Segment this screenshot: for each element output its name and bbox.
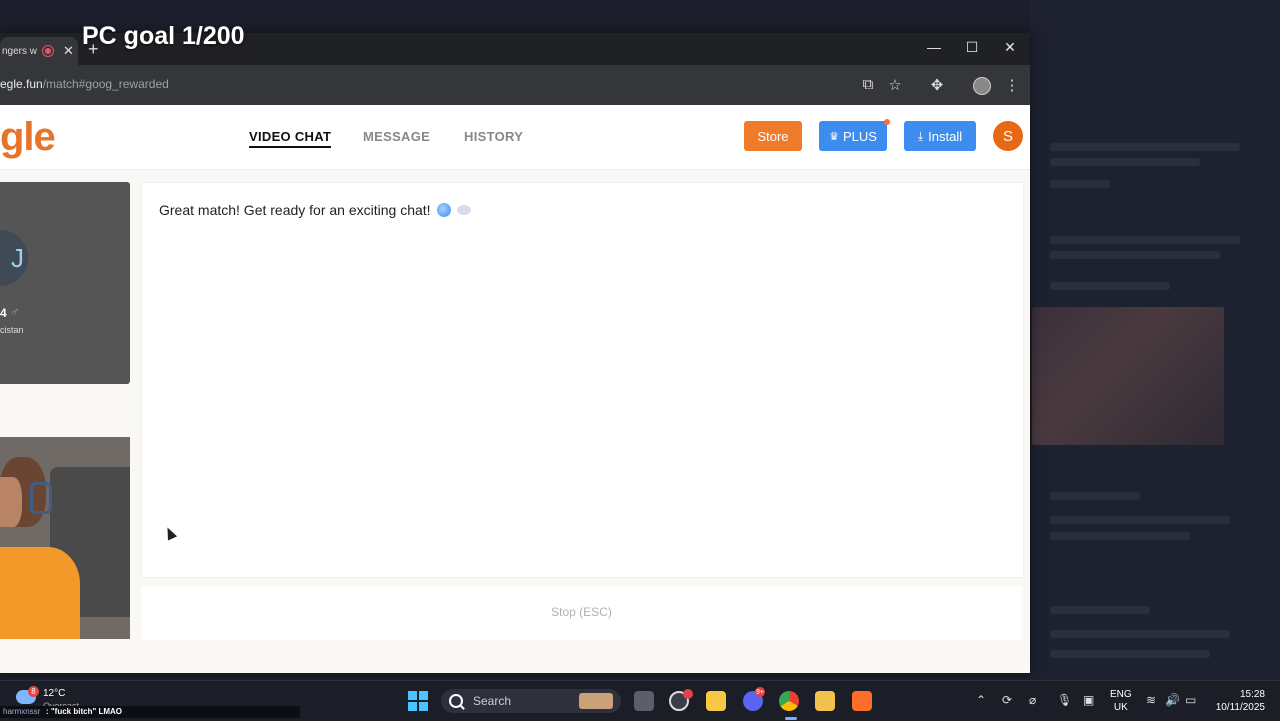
language-code: ENG: [1110, 689, 1132, 700]
system-message: Great match! Get ready for an exciting c…: [159, 202, 471, 218]
install-button[interactable]: ⤓ Install: [904, 121, 976, 151]
background-text-line: [1050, 180, 1110, 188]
wifi-icon[interactable]: ≋: [1146, 693, 1156, 707]
speech-bubble-icon: [456, 205, 471, 215]
system-message-text: Great match! Get ready for an exciting c…: [159, 202, 431, 218]
windows-taskbar: 8 12°C Overcast harmxnssr : "fuck bitch"…: [0, 680, 1280, 721]
plus-button[interactable]: ♛ PLUS: [819, 121, 887, 151]
stranger-avatar: J: [0, 230, 28, 286]
web-page: gle VIDEO CHAT MESSAGE HISTORY Store ♛ PL…: [0, 105, 1030, 673]
extensions-icon[interactable]: ✥: [928, 76, 946, 94]
chevron-up-icon[interactable]: ⌃: [976, 693, 986, 707]
language-indicator[interactable]: ENG UK: [1110, 688, 1132, 714]
background-thumbnail: [1032, 307, 1224, 445]
tab-message[interactable]: MESSAGE: [363, 129, 430, 144]
background-text-line: [1050, 516, 1230, 524]
discord-badge: 9+: [755, 687, 765, 697]
url-text[interactable]: egle.fun/match#goog_rewarded: [0, 77, 169, 91]
site-logo[interactable]: gle: [0, 115, 56, 160]
stop-button[interactable]: Stop (ESC): [141, 586, 1022, 640]
background-text-line: [1050, 236, 1240, 244]
browser-menu-icon[interactable]: ⋮: [1003, 76, 1021, 94]
background-text-line: [1050, 282, 1170, 290]
site-navbar: gle VIDEO CHAT MESSAGE HISTORY Store ♛ PL…: [0, 105, 1030, 170]
tray-app-icon[interactable]: ▣: [1083, 693, 1094, 707]
stream-chat-message: : "fuck bitch" LMAO: [46, 707, 123, 716]
headset-icon: [30, 482, 52, 514]
microphone-icon[interactable]: 🎙: [1057, 693, 1072, 707]
browser-profile-icon[interactable]: [973, 77, 991, 95]
tab-video-chat[interactable]: VIDEO CHAT: [249, 129, 332, 148]
stranger-age: 4: [0, 306, 7, 320]
taskbar-search[interactable]: Search: [441, 689, 621, 713]
sticky-notes-icon[interactable]: [706, 691, 726, 711]
minimize-button[interactable]: —: [924, 39, 944, 55]
stream-chat-username: harmxnssr: [3, 707, 41, 716]
camera-person-face: [0, 477, 22, 527]
store-button[interactable]: Store: [744, 121, 802, 151]
task-view-icon[interactable]: [634, 691, 654, 711]
hidden-app-icon[interactable]: ⌀: [1029, 693, 1036, 707]
stream-chat-strip: harmxnssr : "fuck bitch" LMAO: [0, 706, 300, 718]
install-label: Install: [928, 128, 963, 144]
cast-install-icon[interactable]: ⧉: [859, 76, 877, 93]
background-text-line: [1050, 630, 1230, 638]
background-text-line: [1050, 532, 1190, 540]
chat-panel: Great match! Get ready for an exciting c…: [141, 182, 1024, 578]
windows-start-icon[interactable]: [408, 691, 428, 711]
clock-date: 10/11/2025: [1215, 702, 1265, 713]
notification-dot: [884, 119, 890, 125]
background-text-line: [1050, 492, 1140, 500]
globe-icon: [436, 203, 451, 217]
background-text-line: [1050, 251, 1220, 259]
obs-badge: [683, 689, 693, 699]
file-explorer-icon[interactable]: [815, 691, 835, 711]
tab-close-icon[interactable]: ✕: [63, 43, 74, 59]
user-avatar[interactable]: S: [993, 121, 1023, 151]
battery-icon[interactable]: ▭: [1185, 693, 1196, 707]
tab-title: ngers w: [2, 45, 38, 57]
plus-label: PLUS: [842, 128, 877, 144]
stranger-info-card: J 4 ♂ cistan: [0, 182, 130, 384]
keyboard-region: UK: [1113, 702, 1128, 713]
weather-badge: 8: [28, 686, 39, 697]
app-icon[interactable]: [852, 691, 872, 711]
camera-person-shirt: [0, 547, 80, 639]
url-host: egle.fun: [0, 77, 43, 91]
close-window-button[interactable]: ✕: [1000, 39, 1020, 56]
clock-time: 15:28: [1239, 689, 1265, 700]
address-bar[interactable]: egle.fun/match#goog_rewarded ⧉ ☆ ✥ ⋮: [0, 65, 1030, 105]
system-clock[interactable]: 15:28 10/11/2025: [1205, 688, 1265, 714]
crown-icon: ♛: [829, 130, 839, 143]
background-text-line: [1050, 158, 1200, 166]
browser-window: ngers w ✕ + — ☐ ✕ egle.fun/match#goog_re…: [0, 33, 1030, 673]
maximize-button[interactable]: ☐: [962, 39, 982, 56]
male-gender-icon: ♂: [10, 304, 20, 319]
download-icon: ⤓: [917, 128, 924, 143]
tab-history[interactable]: HISTORY: [464, 129, 523, 144]
url-path: /match#goog_rewarded: [42, 77, 169, 91]
sync-icon[interactable]: ⟳: [1002, 693, 1012, 707]
search-highlight-image: [579, 693, 613, 709]
weather-temperature[interactable]: 12°C: [43, 688, 65, 699]
browser-tab[interactable]: ngers w ✕: [0, 37, 78, 65]
background-text-line: [1050, 606, 1150, 614]
self-camera-feed: [0, 437, 130, 639]
stream-goal-overlay: PC goal 1/200: [82, 22, 245, 50]
search-icon: [449, 694, 463, 708]
stranger-location: cistan: [0, 325, 24, 335]
background-text-line: [1050, 650, 1210, 658]
recording-icon: [42, 45, 54, 57]
background-text-line: [1050, 143, 1240, 151]
chrome-icon[interactable]: [779, 691, 799, 711]
bookmark-star-icon[interactable]: ☆: [886, 76, 904, 94]
search-placeholder: Search: [473, 694, 512, 708]
stop-label: Stop (ESC): [551, 605, 612, 619]
volume-icon[interactable]: 🔊: [1165, 693, 1180, 707]
